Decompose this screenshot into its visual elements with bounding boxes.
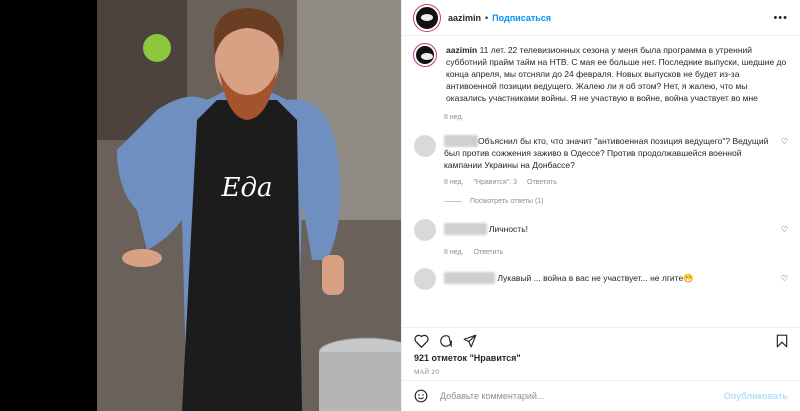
add-comment-bar: Опубликовать [402,380,800,411]
separator-dot: • [485,12,489,23]
post-actions [402,327,800,353]
username[interactable]: aazimin [448,13,481,23]
comment-username-blurred[interactable]: xxxxxxxxxxxx [444,272,495,284]
like-icon[interactable] [414,334,429,348]
comment-text: Личность! [488,224,528,234]
comment-text: Лукавый ... война в вас не участвует... … [497,273,694,283]
comment-avatar[interactable] [414,135,436,157]
post-image[interactable]: Eда [97,0,401,411]
caption-username[interactable]: aazimin [446,45,477,55]
share-icon[interactable] [463,334,477,348]
comment-username-blurred[interactable]: xxxxxxxx [444,135,478,147]
post-photo: Eда [97,0,401,411]
comment-icon[interactable] [439,334,453,348]
like-comment-icon[interactable]: ♡ [781,225,788,234]
comment-avatar[interactable] [414,219,436,241]
more-options-icon[interactable]: ••• [773,12,788,24]
post-date[interactable]: МАЙ 20 [402,363,800,380]
save-icon[interactable] [776,334,788,348]
reply-button[interactable]: Ответить [527,179,557,186]
comments-list: aazimin 11 лет. 22 телевизионных сезона … [402,36,800,327]
post-sidebar: aazimin • Подписаться ••• aazimin 11 лет… [401,0,800,411]
comment-input[interactable] [438,390,724,402]
post-header: aazimin • Подписаться ••• [402,0,800,36]
comment-age[interactable]: 8 нед. [444,249,463,256]
comment-3: xxxxxxxxxxxx Лукавый ... война в вас не … [414,268,788,290]
like-comment-icon[interactable]: ♡ [781,137,788,146]
view-replies[interactable]: Посмотреть ответы (1) [444,198,788,205]
post-modal: Eда aazimin • Подписаться ••• aazimin 11… [97,0,800,411]
comment-1-meta: 8 нед. "Нравится": 3 Ответить [444,179,788,186]
comment-2: xxxxxxxxxx Личность! ♡ [414,219,788,241]
comment-2-meta: 8 нед. Ответить [444,249,788,256]
comment-username-blurred[interactable]: xxxxxxxxxx [444,223,487,235]
comment-avatar[interactable] [414,268,436,290]
replies-divider [444,201,462,202]
emoji-icon[interactable] [414,389,428,403]
view-replies-label[interactable]: Посмотреть ответы (1) [470,198,544,205]
publish-button[interactable]: Опубликовать [724,391,788,401]
caption: aazimin 11 лет. 22 телевизионных сезона … [414,44,788,104]
caption-age[interactable]: 8 нед. [444,114,463,121]
comment-age[interactable]: 8 нед. [444,179,463,186]
apron-logo: Eда [221,173,273,203]
comment-text: Объяснил бы кто, что значит "антивоенная… [444,136,769,170]
caption-meta: 8 нед. [444,114,788,121]
likes-count[interactable]: 921 отметок "Нравится" [402,353,800,363]
avatar[interactable] [414,4,440,31]
comment-1: xxxxxxxxОбъяснил бы кто, что значит "ант… [414,135,788,171]
reply-button[interactable]: Ответить [473,249,503,256]
like-comment-icon[interactable]: ♡ [781,274,788,283]
caption-avatar[interactable] [414,44,436,66]
caption-text: 11 лет. 22 телевизионных сезона у меня б… [446,45,787,103]
follow-button[interactable]: Подписаться [492,13,551,23]
comment-likes[interactable]: "Нравится": 3 [473,179,517,186]
